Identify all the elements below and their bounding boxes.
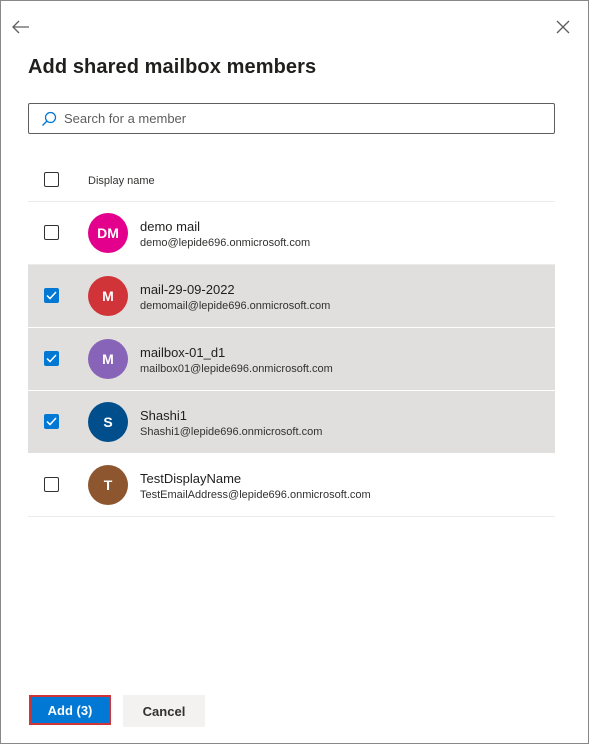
arrow-left-icon [12, 20, 29, 34]
row-checkbox[interactable] [44, 351, 59, 366]
row-checkbox[interactable] [44, 288, 59, 303]
cancel-button[interactable]: Cancel [123, 695, 205, 727]
member-email: TestEmailAddress@lepide696.onmicrosoft.c… [140, 489, 371, 501]
table-row[interactable]: S Shashi1 Shashi1@lepide696.onmicrosoft.co… [28, 391, 555, 454]
table-header: Display name [28, 161, 555, 202]
member-display-name: TestDisplayName [140, 471, 242, 486]
member-email: mailbox01@lepide696.onmicrosoft.com [140, 363, 333, 375]
row-checkbox[interactable] [44, 477, 59, 492]
page-title: Add shared mailbox members [28, 56, 317, 78]
table-row[interactable]: T TestDisplayName TestEmailAddress@lepide6… [28, 454, 555, 517]
member-display-name: mailbox-01_d1 [140, 345, 226, 360]
add-button[interactable]: Add (3) [29, 695, 111, 725]
avatar: S [88, 402, 128, 442]
table-row[interactable]: Mmail-29-09-2022 demomail@lepide696.onmic… [28, 265, 555, 328]
member-display-name: Shashi1 [140, 408, 187, 423]
select-all-checkbox[interactable] [44, 172, 59, 187]
member-display-name: mail-29-09-2022 [140, 282, 235, 297]
column-header-display-name[interactable]: Display name [88, 175, 155, 187]
search-icon [42, 111, 57, 126]
shared-mailbox-members-panel: Add shared mailbox members Display name … [0, 0, 589, 744]
avatar: M [88, 276, 128, 316]
member-email: Shashi1@lepide696.onmicrosoft.com [140, 426, 323, 438]
search-input[interactable] [64, 104, 534, 133]
member-email: demomail@lepide696.onmicrosoft.com [140, 300, 331, 312]
table-row[interactable]: Mmailbox-01_d1 mailbox01@lepide696.onmicr… [28, 328, 555, 391]
row-checkbox[interactable] [44, 225, 59, 240]
table-row[interactable]: DM demo mail demo@lepide696.onmicrosoft.co… [28, 202, 555, 265]
avatar: T [88, 465, 128, 505]
close-icon [556, 20, 570, 34]
search-box[interactable] [28, 103, 555, 134]
close-button[interactable] [554, 18, 572, 36]
member-email: demo@lepide696.onmicrosoft.com [140, 237, 311, 249]
avatar: DM [88, 213, 128, 253]
back-button[interactable] [10, 16, 32, 38]
row-checkbox[interactable] [44, 414, 59, 429]
avatar: M [88, 339, 128, 379]
member-display-name: demo mail [140, 219, 200, 234]
